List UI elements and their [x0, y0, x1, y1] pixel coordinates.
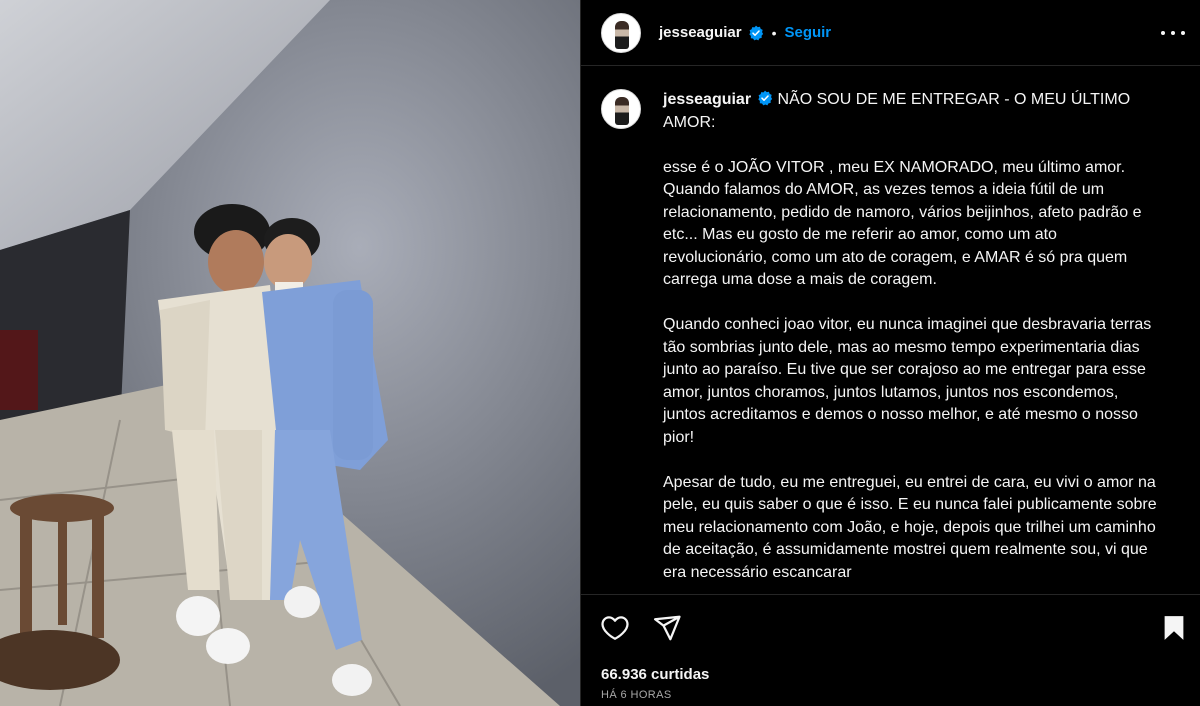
photo-illustration — [0, 0, 580, 706]
heart-icon[interactable] — [600, 613, 630, 643]
likes-count[interactable]: 66.936 curtidas — [601, 666, 709, 683]
more-options-icon[interactable] — [1161, 23, 1185, 43]
caption-paragraph: esse é o JOÃO VITOR , meu EX NAMORADO, m… — [663, 158, 1142, 289]
caption-avatar[interactable] — [601, 89, 641, 129]
post-photo — [0, 0, 580, 706]
post-actions: 66.936 curtidas HÁ 6 HORAS — [581, 594, 1200, 706]
verified-badge-icon — [758, 90, 773, 106]
bookmark-icon[interactable] — [1159, 613, 1189, 643]
caption-text: jesseaguiar NÃO SOU DE ME ENTREGAR - O M… — [663, 89, 1161, 593]
caption-paragraph: Quando conheci joao vitor, eu nunca imag… — [663, 316, 1152, 446]
avatar[interactable] — [601, 12, 641, 53]
post-timestamp: HÁ 6 HORAS — [601, 689, 672, 701]
separator-dot: • — [771, 24, 777, 41]
caption-paragraph: Apesar de tudo, eu me entreguei, eu entr… — [663, 473, 1157, 581]
post-header: jesseaguiar • Seguir — [581, 0, 1200, 66]
follow-button[interactable]: Seguir — [784, 24, 831, 41]
post-details-panel: jesseaguiar • Seguir jesseaguiar NÃO SOU… — [580, 0, 1200, 706]
caption-username[interactable]: jesseaguiar — [663, 91, 751, 108]
caption-section: jesseaguiar NÃO SOU DE ME ENTREGAR - O M… — [581, 67, 1200, 593]
paper-plane-icon[interactable] — [652, 613, 682, 643]
verified-badge-icon — [748, 25, 763, 40]
header-username[interactable]: jesseaguiar — [659, 24, 742, 41]
